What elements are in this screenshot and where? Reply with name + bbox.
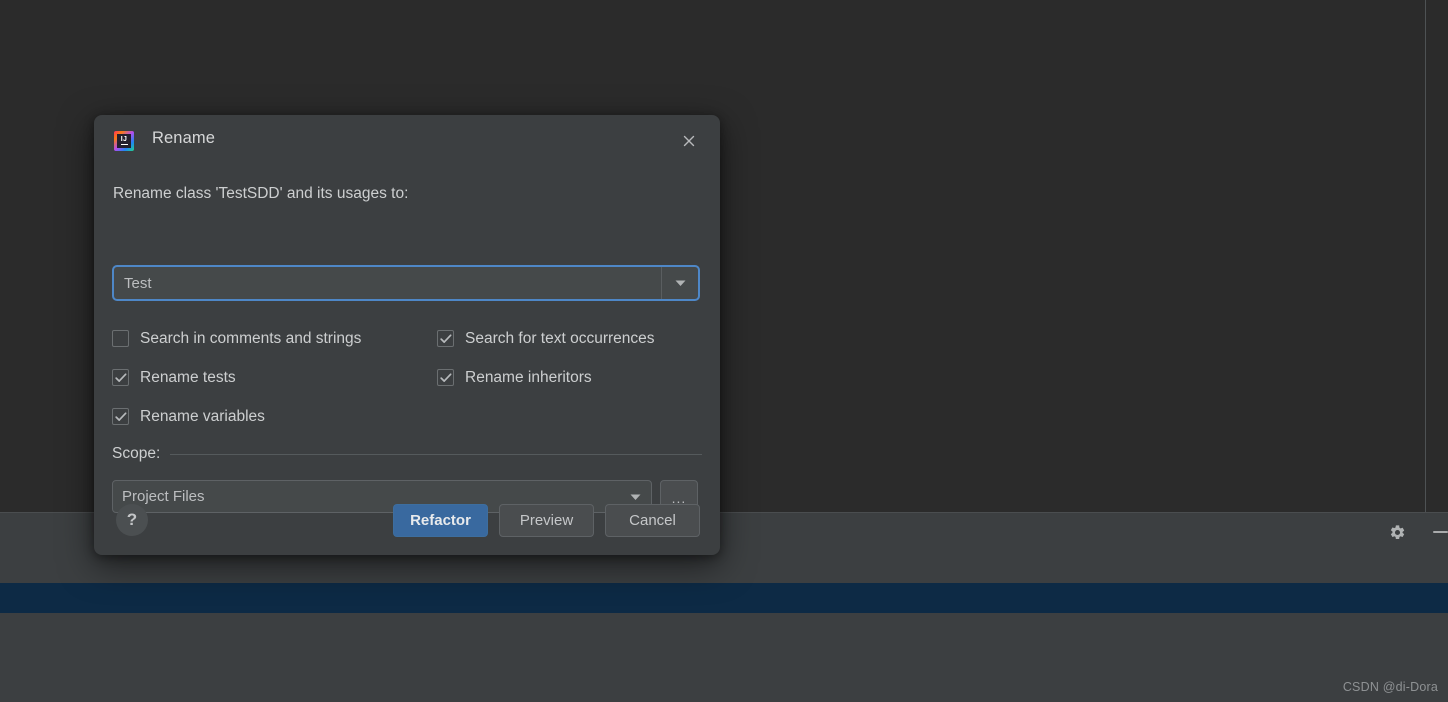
dialog-titlebar: IJ Rename (94, 115, 720, 167)
tool-window-selected-row[interactable] (0, 583, 1448, 613)
checkbox-label: Rename tests (140, 368, 236, 386)
rename-dialog: IJ Rename Rename class 'TestSDD' and its… (94, 115, 720, 555)
checkbox-search-for-text-occurrences[interactable]: Search for text occurrences (437, 330, 655, 348)
chevron-down-icon[interactable] (661, 267, 698, 299)
logo-bar (120, 143, 128, 146)
checkbox-label: Search for text occurrences (465, 329, 655, 347)
checkbox-box[interactable] (437, 369, 454, 386)
scope-separator-line (170, 453, 702, 455)
dialog-footer: ? Refactor Preview Cancel (94, 497, 720, 555)
checkbox-label: Rename inheritors (465, 368, 592, 386)
intellij-idea-logo-icon: IJ (114, 131, 134, 151)
checkbox-box[interactable] (112, 408, 129, 425)
rename-prompt-label: Rename class 'TestSDD' and its usages to… (113, 185, 409, 202)
checkbox-rename-tests[interactable]: Rename tests (112, 369, 437, 387)
check-icon (439, 372, 451, 382)
preview-button[interactable]: Preview (499, 504, 594, 537)
options-row: Search in comments and strings Search fo… (112, 319, 702, 358)
options-row: Rename variables (112, 397, 702, 436)
gear-icon[interactable] (1385, 520, 1409, 544)
checkbox-rename-inheritors[interactable]: Rename inheritors (437, 369, 592, 387)
check-icon (114, 411, 126, 421)
checkbox-box[interactable] (112, 369, 129, 386)
checkbox-rename-variables[interactable]: Rename variables (112, 408, 437, 426)
rename-options-group: Search in comments and strings Search fo… (112, 319, 702, 436)
editor-right-gutter (1426, 0, 1448, 512)
watermark-text: CSDN @di-Dora (1342, 680, 1438, 694)
cancel-button[interactable]: Cancel (605, 504, 700, 537)
checkbox-search-in-comments-and-strings[interactable]: Search in comments and strings (112, 330, 437, 348)
checkbox-label: Search in comments and strings (140, 329, 362, 347)
dialog-title: Rename (152, 129, 215, 147)
check-icon (439, 333, 451, 343)
logo-inner: IJ (117, 134, 131, 148)
rename-name-input[interactable] (114, 267, 661, 299)
help-button[interactable]: ? (116, 504, 148, 536)
minimize-icon[interactable] (1428, 520, 1448, 544)
checkbox-box[interactable] (112, 330, 129, 347)
scope-title: Scope: (112, 445, 161, 462)
minimize-bar (1432, 531, 1448, 533)
close-icon[interactable] (676, 128, 702, 154)
logo-text: IJ (120, 135, 128, 143)
check-icon (114, 372, 126, 382)
footer-button-group: Refactor Preview Cancel (393, 504, 700, 537)
options-row: Rename tests Rename inheritors (112, 358, 702, 397)
editor-vertical-divider (1425, 0, 1426, 512)
scope-header: Scope: (112, 445, 702, 463)
checkbox-label: Rename variables (140, 407, 265, 425)
refactor-button[interactable]: Refactor (393, 504, 488, 537)
checkbox-box[interactable] (437, 330, 454, 347)
rename-name-combo[interactable] (112, 265, 700, 301)
